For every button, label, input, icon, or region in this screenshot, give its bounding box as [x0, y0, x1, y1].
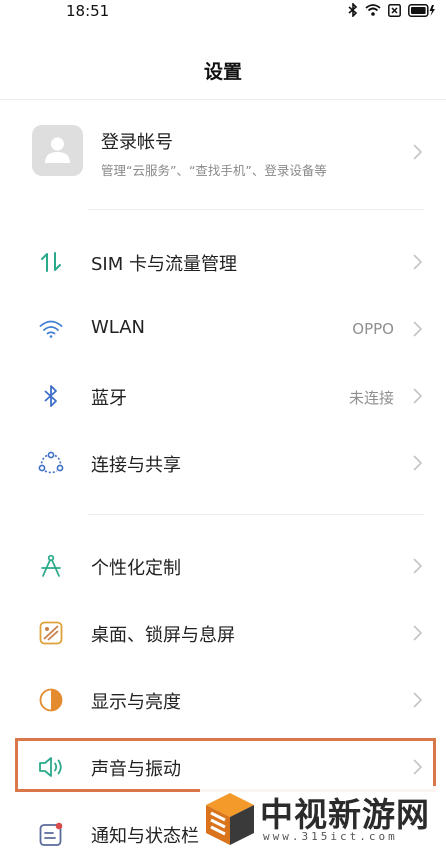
settings-item-wlan[interactable]: WLAN OPPO: [0, 301, 446, 357]
share-connect-icon: [38, 450, 64, 476]
title-divider: [0, 99, 446, 100]
chevron-right-icon: [413, 144, 422, 160]
settings-item-personalize[interactable]: 个性化定制: [0, 538, 446, 594]
chevron-right-icon: [413, 388, 422, 404]
settings-item-label: 个性化定制: [91, 558, 181, 579]
settings-item-label: 桌面、锁屏与息屏: [91, 625, 235, 646]
settings-item-label: WLAN: [91, 317, 146, 338]
sim-traffic-icon: [38, 249, 64, 275]
section-divider: [88, 514, 424, 515]
settings-item-value: OPPO: [352, 320, 394, 338]
section-divider: [88, 209, 424, 210]
watermark-title: 中视新游网: [260, 795, 430, 834]
status-bar: 18:51: [0, 0, 446, 24]
watermark: 中视新游网 www.315ict.com: [200, 786, 446, 849]
bluetooth-icon: [38, 383, 64, 409]
battery-charging-icon: [408, 3, 436, 17]
watermark-url: www.315ict.com: [263, 830, 398, 843]
highlight-box: [15, 738, 436, 792]
chevron-right-icon: [413, 625, 422, 641]
title-bar: 设置: [0, 48, 446, 92]
chevron-right-icon: [413, 254, 422, 270]
chevron-right-icon: [413, 558, 422, 574]
settings-item-value: 未连接: [348, 389, 394, 407]
settings-item-connect-share[interactable]: 连接与共享: [0, 435, 446, 491]
page-title: 设置: [203, 60, 242, 83]
settings-item-label: 连接与共享: [91, 455, 181, 476]
account-title: 登录帐号: [101, 132, 173, 153]
bluetooth-icon: [348, 3, 358, 17]
chevron-right-icon: [413, 455, 422, 471]
settings-item-label: 显示与亮度: [91, 692, 181, 713]
watermark-logo-icon: [206, 793, 254, 845]
compass-icon: [38, 553, 64, 579]
settings-item-wallpaper[interactable]: 桌面、锁屏与息屏: [0, 605, 446, 661]
settings-item-label: 通知与状态栏: [91, 826, 199, 847]
wifi-icon: [365, 4, 381, 16]
settings-item-display[interactable]: 显示与亮度: [0, 672, 446, 728]
chevron-right-icon: [413, 321, 422, 337]
settings-item-label: 蓝牙: [91, 388, 127, 409]
status-icons: [348, 3, 436, 17]
sim-x-icon: [388, 3, 401, 17]
brightness-icon: [38, 687, 64, 713]
settings-item-bluetooth[interactable]: 蓝牙 未连接: [0, 368, 446, 424]
settings-item-sim[interactable]: SIM 卡与流量管理: [0, 234, 446, 290]
account-subtitle: 管理“云服务”、“查找手机”、登录设备等: [101, 163, 327, 178]
user-avatar-icon: [32, 125, 83, 176]
wallpaper-icon: [38, 620, 64, 646]
notification-icon: [38, 821, 64, 847]
settings-item-label: SIM 卡与流量管理: [91, 254, 237, 275]
status-time: 18:51: [66, 2, 110, 20]
account-login-row[interactable]: 登录帐号 管理“云服务”、“查找手机”、登录设备等: [0, 114, 446, 190]
chevron-right-icon: [413, 692, 422, 708]
wifi-icon: [38, 316, 64, 342]
